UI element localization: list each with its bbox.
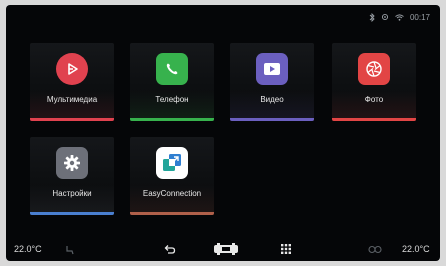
app-label: Настройки	[52, 189, 92, 198]
wifi-icon	[395, 13, 404, 21]
settings-gear-icon	[56, 147, 88, 179]
app-label: Мультимедиа	[46, 95, 98, 104]
app-tile-phone[interactable]: Телефон	[130, 43, 214, 121]
app-label: Фото	[364, 95, 384, 104]
phone-handset-icon	[156, 53, 188, 85]
multimedia-play-icon	[56, 53, 88, 85]
grid-menu-icon[interactable]	[281, 244, 291, 254]
app-accent-bar	[130, 212, 214, 215]
app-label: EasyConnection	[142, 189, 202, 198]
easyconnection-icon	[156, 147, 188, 179]
app-accent-bar	[332, 118, 416, 121]
infotainment-screen: 00:17 Мультимедиа Телефон Видео Фото Нас…	[6, 5, 440, 261]
photo-aperture-icon	[358, 53, 390, 85]
seat-icon[interactable]	[64, 245, 74, 255]
fan-icon[interactable]	[368, 245, 382, 254]
car-icon[interactable]	[213, 243, 239, 255]
temperature-left[interactable]: 22.0°C	[14, 244, 42, 254]
back-icon[interactable]	[164, 244, 176, 255]
app-label: Телефон	[155, 95, 189, 104]
app-tile-photo[interactable]: Фото	[332, 43, 416, 121]
video-play-icon	[256, 53, 288, 85]
bluetooth-icon	[369, 12, 375, 22]
app-label: Видео	[260, 95, 284, 104]
temperature-right[interactable]: 22.0°C	[402, 244, 430, 254]
app-tile-settings[interactable]: Настройки	[30, 137, 114, 215]
app-tile-video[interactable]: Видео	[230, 43, 314, 121]
app-accent-bar	[30, 212, 114, 215]
app-tile-easyconnection[interactable]: EasyConnection	[130, 137, 214, 215]
app-accent-bar	[30, 118, 114, 121]
phone-signal-icon	[381, 13, 389, 21]
app-tile-multimedia[interactable]: Мультимедиа	[30, 43, 114, 121]
status-bar: 00:17	[369, 11, 430, 23]
app-accent-bar	[130, 118, 214, 121]
app-accent-bar	[230, 118, 314, 121]
bottom-bar: 22.0°C 22.0°C	[6, 239, 440, 261]
clock: 00:17	[409, 12, 430, 22]
